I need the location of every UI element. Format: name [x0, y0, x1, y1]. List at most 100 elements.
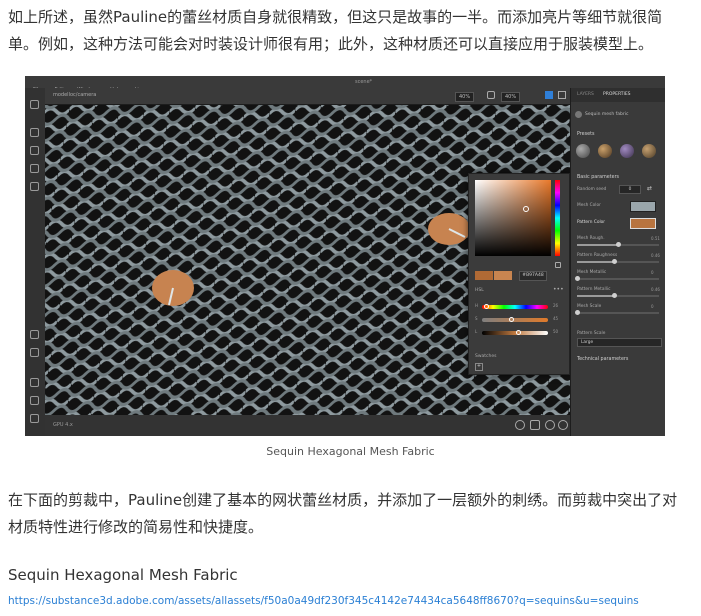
color-knob[interactable] [523, 206, 529, 212]
param-slider[interactable] [577, 259, 659, 264]
body-paragraph: 在下面的剪裁中，Pauline创建了基本的网状蕾丝材质，并添加了一层额外的刺绣。… [8, 491, 678, 536]
sequin-right [428, 213, 470, 245]
saturation-row[interactable]: S 45 [475, 316, 563, 323]
mesh-color-swatch[interactable] [630, 201, 656, 212]
lightness-knob[interactable] [515, 330, 521, 335]
saturation-value-field[interactable] [475, 180, 551, 256]
hue-label: H [475, 303, 479, 308]
saturation-value: 45 [553, 316, 559, 321]
eyedropper-icon[interactable] [555, 262, 561, 268]
viewport-footer: GPU 4.x [45, 415, 570, 436]
param-slider-knob[interactable] [616, 242, 622, 247]
param-label: Mesh Rough. [577, 236, 605, 241]
tab-properties[interactable]: PROPERTIES [603, 92, 631, 97]
figure-caption: Sequin Hexagonal Mesh Fabric [266, 445, 435, 458]
saturation-label: S [475, 316, 478, 321]
home-icon[interactable] [30, 100, 39, 109]
random-seed-input[interactable]: 0 [619, 185, 641, 194]
person-icon[interactable] [30, 182, 39, 191]
zoom-select-2[interactable]: 40% [501, 92, 521, 102]
param-value: 0.51 [651, 236, 660, 241]
hue-row[interactable]: H 26 [475, 303, 563, 310]
settings-icon[interactable] [30, 414, 39, 423]
swatches-label: Swatches [475, 354, 497, 359]
viewport-camera-label: modelloc/camera [53, 92, 97, 98]
param-slider-knob[interactable] [574, 276, 580, 281]
param-value: 0.46 [651, 287, 660, 292]
param-slider-knob[interactable] [612, 293, 618, 298]
zoom-select[interactable]: 40% [455, 92, 475, 102]
param-slider-fill [577, 244, 619, 246]
lightness-value: 50 [553, 329, 559, 334]
param-slider-fill [577, 295, 615, 297]
asset-title: Sequin Hexagonal Mesh Fabric [8, 566, 238, 584]
app-screenshot: File Edit Window Help License scene* mod… [25, 76, 665, 436]
lock-icon[interactable] [487, 91, 495, 99]
info-icon[interactable] [515, 420, 525, 430]
viewport-header: modelloc/camera 40% 40% [45, 88, 570, 105]
expand-icon[interactable] [558, 91, 566, 99]
panel-tabs: LAYERS PROPERTIES [571, 88, 665, 102]
color-picker-popup: #B97A48 HSL ••• H 26 S 45 L 50 Swatches … [468, 173, 570, 375]
hue-slider[interactable] [555, 180, 560, 256]
random-seed-label: Random seed [577, 187, 607, 192]
asset-link[interactable]: https://substance3d.adobe.com/assets/all… [8, 595, 639, 607]
properties-panel: LAYERS PROPERTIES Sequin mesh fabric Pre… [570, 88, 665, 436]
tab-layers[interactable]: LAYERS [577, 92, 594, 97]
param-slider-fill [577, 261, 615, 263]
preset-2[interactable] [598, 144, 612, 158]
pattern-scale-label: Pattern Scale [577, 331, 606, 336]
sequin-left [152, 270, 194, 306]
param-label: Pattern Metallic [577, 287, 611, 292]
lightness-label: L [475, 329, 478, 334]
color-mode-select[interactable]: HSL [475, 288, 484, 293]
intro-paragraph: 如上所述，虽然Pauline的蕾丝材质自身就很精致，但这只是故事的一半。而添加亮… [8, 8, 663, 53]
param-slider[interactable] [577, 242, 659, 247]
crop-icon[interactable] [30, 128, 39, 137]
current-color-swatch [494, 271, 512, 280]
param-label: Mesh Scale [577, 304, 602, 309]
param-label: Mesh Metallic [577, 270, 607, 275]
param-value: 0 [651, 304, 654, 309]
param-slider-knob[interactable] [612, 259, 618, 264]
camera-icon[interactable] [30, 348, 39, 357]
hue-value: 26 [553, 303, 559, 308]
hex-input[interactable]: #B97A48 [519, 271, 547, 281]
previous-color-swatch [475, 271, 493, 280]
video-icon[interactable] [530, 420, 540, 430]
search-icon[interactable] [545, 420, 555, 430]
document-icon[interactable] [30, 146, 39, 155]
add-swatch-button[interactable]: + [475, 363, 483, 371]
pattern-scale-select[interactable]: Large [577, 338, 662, 347]
pattern-color-label: Pattern Color [577, 220, 606, 225]
preset-3[interactable] [620, 144, 634, 158]
render-mode-icon[interactable] [545, 91, 553, 99]
layers-icon[interactable] [30, 396, 39, 405]
image-icon[interactable] [30, 330, 39, 339]
frame-icon[interactable] [30, 164, 39, 173]
material-row[interactable]: Sequin mesh fabric [575, 110, 662, 120]
technical-parameters-title[interactable]: Technical parameters [577, 357, 628, 362]
param-slider[interactable] [577, 293, 659, 298]
settings-icon[interactable] [558, 420, 568, 430]
stack-icon[interactable] [30, 378, 39, 387]
param-label: Pattern Roughness [577, 253, 618, 258]
param-slider[interactable] [574, 310, 659, 315]
preset-4[interactable] [642, 144, 656, 158]
shuffle-icon[interactable]: ⇄ [647, 185, 655, 192]
param-slider[interactable] [574, 276, 659, 281]
window-title: scene* [355, 79, 373, 85]
presets-title[interactable]: Presets [577, 132, 594, 137]
basic-parameters-title[interactable]: Basic parameters [577, 175, 619, 180]
left-toolbar [25, 88, 46, 436]
pattern-color-swatch[interactable] [630, 218, 656, 229]
param-slider-knob[interactable] [574, 310, 580, 315]
preset-1[interactable] [576, 144, 590, 158]
param-value: 0.46 [651, 253, 660, 258]
mesh-color-label: Mesh Color [577, 203, 601, 208]
param-value: 0 [651, 270, 654, 275]
material-name: Sequin mesh fabric [585, 112, 629, 117]
material-icon [575, 111, 582, 118]
lightness-row[interactable]: L 50 [475, 329, 563, 336]
more-options-icon[interactable]: ••• [553, 286, 564, 293]
